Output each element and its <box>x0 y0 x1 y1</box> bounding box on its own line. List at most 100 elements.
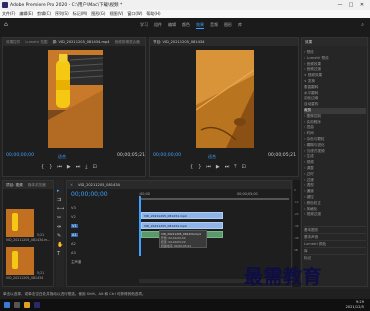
minimize-button[interactable]: — <box>335 1 345 9</box>
tab-lumetri-scopes[interactable]: Lumetri 范围 <box>25 40 47 45</box>
program-duration: 00;00;05;21 <box>268 153 297 158</box>
mark-in-icon[interactable]: { <box>41 164 44 170</box>
camera-icon[interactable]: ⊡ <box>92 164 96 170</box>
premiere-app-icon <box>2 2 8 8</box>
maximize-button[interactable]: □ <box>346 1 356 9</box>
source-monitor-panel: 效果控件 Lumetri 范围 源: VID_20211205_081434.m… <box>2 37 146 177</box>
effects-title[interactable]: 效果 <box>305 40 312 45</box>
track-header-a2: A2 <box>71 239 139 248</box>
ruler-five-seconds: 00;00;05;00 <box>237 192 258 196</box>
play-icon[interactable]: ▶ <box>216 164 220 170</box>
play-icon[interactable]: ▶ <box>67 164 71 170</box>
menu-help[interactable]: 帮助(H) <box>146 11 160 17</box>
program-fit-dropdown[interactable]: 适合 <box>208 154 216 160</box>
pen-tool-icon[interactable]: ✎ <box>57 233 61 239</box>
track-label[interactable]: A1 <box>71 232 78 237</box>
type-tool-icon[interactable]: T <box>57 251 60 257</box>
menu-graphics[interactable]: 图形(G) <box>91 11 105 17</box>
selection-tool-icon[interactable]: ▸ <box>57 188 60 194</box>
track-header-v3: V3 <box>71 203 139 212</box>
track-header-a3: A3 <box>71 248 139 257</box>
track-header-v2: V2 <box>71 212 139 221</box>
ripple-edit-tool-icon[interactable]: ⟷ <box>57 206 64 212</box>
project-item-name[interactable]: VID_20211205_081434 <box>6 276 43 280</box>
step-back-icon[interactable]: ⏮ <box>206 164 211 170</box>
tab-program[interactable]: 节目: VID_20211205_081434 <box>153 40 204 45</box>
tab-audio-clip-mixer[interactable]: 音频剪辑混合器 <box>115 40 140 45</box>
workspace-tab-learn[interactable]: 学习 <box>140 22 148 29</box>
libraries-tab[interactable]: 库 <box>304 247 366 254</box>
tooltip-duration: 持续时间: 00;00;05;21 <box>161 244 192 248</box>
tab-sequence[interactable]: VID_20211205_081434 <box>78 183 120 187</box>
workspace-tab-effects[interactable]: 效果 <box>196 22 204 29</box>
workspace-tab-editing[interactable]: 编辑 <box>168 22 176 29</box>
project-item-thumbnail[interactable] <box>6 247 34 275</box>
menu-view[interactable]: 视图(V) <box>109 11 123 17</box>
menu-marker[interactable]: 标记(M) <box>73 11 88 17</box>
tab-project[interactable]: 项目: 视频 <box>6 183 23 188</box>
meter-scale: 0 -12 -24 -36 -48 dB <box>294 184 299 256</box>
tab-media-browser[interactable]: 媒体浏览器 <box>28 183 46 188</box>
menu-clip[interactable]: 剪辑(C) <box>37 11 51 17</box>
tab-effect-controls[interactable]: 效果控件 <box>6 40 20 45</box>
track-label[interactable]: V2 <box>71 215 76 219</box>
step-back-icon[interactable]: ⏮ <box>57 164 62 170</box>
search-icon[interactable]: ⌕ <box>361 22 364 28</box>
mark-in-icon[interactable]: { <box>190 164 193 170</box>
project-item-thumbnail[interactable] <box>6 209 34 237</box>
workspace-tab-color[interactable]: 颜色 <box>182 22 190 29</box>
tab-source[interactable]: 源: VID_20211205_081434.mp4 <box>53 40 110 45</box>
hand-tool-icon[interactable]: ✋ <box>57 242 63 248</box>
workspace-tab-assembly[interactable]: 组件 <box>154 22 162 29</box>
track-select-tool-icon[interactable]: ⇉ <box>57 197 61 203</box>
step-forward-icon[interactable]: ⏭ <box>225 164 230 170</box>
track-label[interactable]: A2 <box>71 242 76 246</box>
clip-v2[interactable]: VID_20211205_081434.mp4 <box>141 212 223 219</box>
essential-sound-tab[interactable]: 基本声音 <box>304 233 366 240</box>
razor-tool-icon[interactable]: ✂ <box>57 215 61 221</box>
menu-file[interactable]: 文件(F) <box>2 11 15 17</box>
essential-graphics-tab[interactable]: 基本图形 <box>304 226 366 233</box>
menu-sequence[interactable]: 序列(S) <box>55 11 69 17</box>
track-label[interactable]: V1 <box>71 223 78 228</box>
source-timecode[interactable]: 00;00;00;00 <box>6 153 34 158</box>
meter-label: -48 <box>294 236 299 240</box>
source-fit-dropdown[interactable]: 适合 <box>58 154 66 160</box>
close-icon[interactable]: ✕ <box>70 183 73 187</box>
program-timecode[interactable]: 00;00;00;00 <box>153 153 181 158</box>
track-header-v1: V1 <box>71 221 139 230</box>
track-label[interactable]: A3 <box>71 251 76 255</box>
home-icon[interactable]: ⌂ <box>4 21 8 28</box>
menu-window[interactable]: 窗口(W) <box>127 11 142 17</box>
camera-icon[interactable]: ⊡ <box>241 164 245 170</box>
start-icon[interactable] <box>4 302 10 308</box>
program-video-frame <box>196 50 254 148</box>
explorer-icon[interactable] <box>24 302 30 308</box>
source-duration: 00;00;05;21 <box>117 153 146 158</box>
time-ruler[interactable] <box>139 198 289 200</box>
track-header-a1: A1 <box>71 230 139 239</box>
workspace-tab-audio[interactable]: 音频 <box>210 22 218 29</box>
clip-v1[interactable]: VID_20211205_081434.mp4 <box>141 222 223 229</box>
markers-tab[interactable]: 标记 <box>304 254 366 261</box>
slip-tool-icon[interactable]: ⇹ <box>57 224 61 230</box>
timeline-timecode[interactable]: 00;00;00;00 <box>71 191 108 198</box>
lumetri-color-tab[interactable]: Lumetri 颜色 <box>304 240 366 247</box>
mark-out-icon[interactable]: } <box>49 164 52 170</box>
project-item-name[interactable]: VID_20211205_081434.m... <box>6 238 50 242</box>
menu-edit[interactable]: 编辑(E) <box>19 11 33 17</box>
status-bar: 单击以选择，或单击空白处并拖动以进行框选。使用 Shift、Alt 和 Ctrl… <box>0 289 370 299</box>
search-taskbar-icon[interactable] <box>14 302 20 308</box>
insert-icon[interactable]: ⤓ <box>85 164 87 170</box>
workspace-tab-graphics[interactable]: 图形 <box>224 22 232 29</box>
premiere-taskbar-icon[interactable] <box>34 302 40 308</box>
mark-out-icon[interactable]: } <box>198 164 201 170</box>
effects-tree-item[interactable]: › 视频过渡 <box>304 212 366 218</box>
close-button[interactable]: ✕ <box>357 1 367 9</box>
clip-label: VID_20211205_081434.mp4 <box>144 214 187 218</box>
track-label[interactable]: V3 <box>71 206 76 210</box>
workspace-tab-libraries[interactable]: 库 <box>238 22 242 29</box>
lift-icon[interactable]: ⤒ <box>234 164 236 170</box>
step-forward-icon[interactable]: ⏭ <box>76 164 81 170</box>
project-tabs: 项目: 视频 媒体浏览器 <box>3 181 53 189</box>
